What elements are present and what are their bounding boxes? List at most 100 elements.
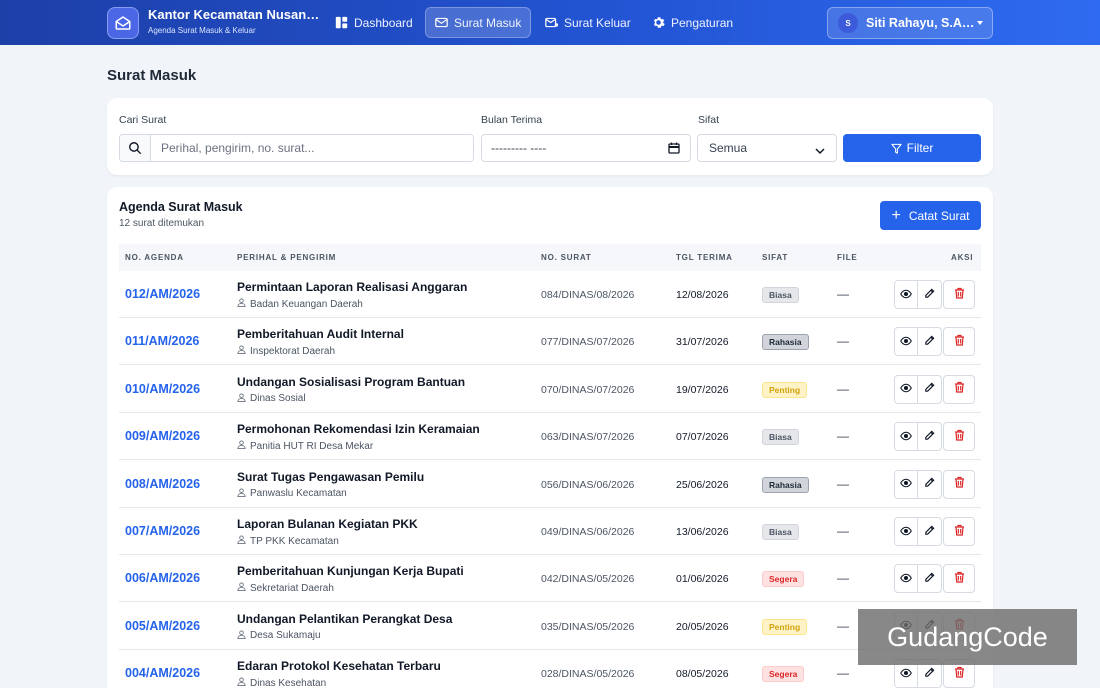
edit-button[interactable] bbox=[918, 564, 942, 594]
agenda-number-link[interactable]: 005/AM/2026 bbox=[125, 619, 200, 633]
view-button[interactable] bbox=[894, 327, 918, 357]
file-cell: — bbox=[837, 476, 849, 491]
view-button[interactable] bbox=[894, 374, 918, 404]
table-count: 12 surat ditemukan bbox=[119, 218, 205, 229]
pencil-icon bbox=[924, 523, 935, 541]
no-surat: 070/DINAS/07/2026 bbox=[541, 383, 635, 396]
user-icon bbox=[237, 582, 246, 594]
edit-button[interactable] bbox=[918, 327, 942, 357]
table-row: 011/AM/2026 Pemberitahuan Audit Internal I… bbox=[119, 318, 981, 366]
add-letter-button[interactable]: + Catat Surat bbox=[880, 201, 981, 230]
tgl-terima: 25/06/2026 bbox=[676, 478, 729, 491]
sifat-select[interactable]: Semua bbox=[697, 134, 837, 162]
pencil-icon bbox=[924, 475, 935, 493]
plus-icon: + bbox=[891, 206, 901, 224]
chevron-down-icon bbox=[815, 144, 825, 158]
nav-dashboard[interactable]: Dashboard bbox=[326, 7, 422, 38]
no-surat: 063/DINAS/07/2026 bbox=[541, 431, 635, 444]
delete-button[interactable] bbox=[943, 564, 975, 594]
no-surat: 042/DINAS/05/2026 bbox=[541, 573, 635, 586]
pencil-icon bbox=[924, 333, 935, 351]
status-badge: Biasa bbox=[762, 524, 799, 540]
view-button[interactable] bbox=[894, 517, 918, 546]
view-button[interactable] bbox=[894, 422, 918, 452]
view-button[interactable] bbox=[894, 469, 918, 499]
search-input[interactable]: Perihal, pengirim, no. surat... bbox=[119, 134, 474, 162]
view-button[interactable] bbox=[894, 564, 918, 594]
agenda-number-link[interactable]: 012/AM/2026 bbox=[125, 287, 200, 301]
file-cell: — bbox=[837, 334, 849, 349]
pencil-icon bbox=[924, 665, 935, 683]
no-surat: 035/DINAS/05/2026 bbox=[541, 620, 635, 633]
user-menu[interactable]: S Siti Rahayu, S.A… bbox=[827, 7, 993, 39]
col-header-no-agenda: NO. AGENDA bbox=[125, 253, 184, 262]
user-icon bbox=[237, 535, 246, 547]
edit-button[interactable] bbox=[918, 517, 942, 546]
pengirim-text: Badan Keuangan Daerah bbox=[250, 298, 363, 310]
perihal: Undangan Sosialisasi Program Bantuan bbox=[237, 374, 466, 389]
no-surat: 049/DINAS/06/2026 bbox=[541, 526, 635, 538]
agenda-number-link[interactable]: 010/AM/2026 bbox=[125, 382, 200, 396]
nav-surat-keluar[interactable]: Surat Keluar bbox=[536, 7, 640, 38]
edit-button[interactable] bbox=[918, 374, 942, 404]
table-row: 004/AM/2026 Edaran Protokol Kesehatan Ter… bbox=[119, 650, 981, 688]
trash-icon bbox=[954, 570, 965, 588]
nav-pengaturan-label: Pengaturan bbox=[671, 15, 734, 30]
delete-button[interactable] bbox=[943, 280, 975, 309]
trash-icon bbox=[954, 665, 965, 683]
perihal: Permohonan Rekomendasi Izin Keramaian bbox=[237, 422, 480, 437]
delete-button[interactable] bbox=[943, 469, 975, 499]
trash-icon bbox=[954, 333, 965, 351]
col-header-aksi: AKSI bbox=[951, 253, 974, 262]
inbox-mail-icon bbox=[435, 17, 448, 28]
sifat-label: Sifat bbox=[698, 114, 720, 126]
agenda-number-link[interactable]: 008/AM/2026 bbox=[125, 477, 200, 491]
perihal: Surat Tugas Pengawasan Pemilu bbox=[237, 469, 425, 484]
perihal: Pemberitahuan Audit Internal bbox=[237, 327, 404, 342]
tgl-terima: 13/06/2026 bbox=[676, 526, 729, 538]
status-badge: Rahasia bbox=[762, 334, 809, 351]
eye-icon bbox=[900, 333, 912, 351]
nav-pengaturan[interactable]: Pengaturan bbox=[643, 7, 742, 38]
calendar-icon[interactable] bbox=[668, 142, 680, 157]
watermark: GudangCode bbox=[858, 609, 1077, 665]
table-row: 006/AM/2026 Pemberitahuan Kunjungan Kerja… bbox=[119, 555, 981, 603]
agenda-number-link[interactable]: 006/AM/2026 bbox=[125, 571, 200, 585]
file-cell: — bbox=[837, 524, 849, 538]
pengirim: Panwaslu Kecamatan bbox=[237, 488, 347, 500]
agenda-number-link[interactable]: 009/AM/2026 bbox=[125, 429, 200, 443]
delete-button[interactable] bbox=[943, 327, 975, 357]
col-header-sifat: SIFAT bbox=[762, 253, 789, 262]
nav-surat-masuk[interactable]: Surat Masuk bbox=[425, 7, 532, 38]
filter-icon bbox=[891, 143, 902, 154]
agenda-number-link[interactable]: 007/AM/2026 bbox=[125, 524, 200, 538]
filter-button[interactable]: Filter bbox=[843, 134, 981, 162]
table-row: 005/AM/2026 Undangan Pelantikan Perangkat… bbox=[119, 603, 981, 650]
row-actions bbox=[894, 564, 975, 594]
app-title: Kantor Kecamatan Nusan… bbox=[148, 7, 320, 22]
row-actions bbox=[894, 374, 975, 404]
gear-icon bbox=[653, 17, 665, 28]
tgl-terima: 01/06/2026 bbox=[676, 573, 729, 586]
agenda-number-link[interactable]: 011/AM/2026 bbox=[125, 334, 199, 348]
status-badge: Penting bbox=[762, 381, 808, 398]
pengirim-text: Dinas Sosial bbox=[250, 393, 306, 405]
edit-button[interactable] bbox=[918, 280, 942, 309]
outbox-mail-icon bbox=[545, 17, 558, 28]
pengirim: Dinas Sosial bbox=[237, 393, 306, 405]
user-icon bbox=[237, 393, 246, 405]
edit-button[interactable] bbox=[918, 469, 942, 499]
user-icon bbox=[237, 630, 246, 642]
pengirim: Inspektorat Daerah bbox=[237, 345, 335, 357]
delete-button[interactable] bbox=[943, 374, 975, 404]
edit-button[interactable] bbox=[918, 422, 942, 452]
month-label: Bulan Terima bbox=[481, 114, 543, 126]
agenda-number-link[interactable]: 004/AM/2026 bbox=[125, 666, 200, 680]
delete-button[interactable] bbox=[943, 422, 975, 452]
view-button[interactable] bbox=[894, 280, 918, 309]
pengirim: Panitia HUT RI Desa Mekar bbox=[237, 440, 373, 452]
month-input[interactable]: --------- ---- bbox=[481, 134, 691, 162]
user-icon bbox=[237, 298, 246, 310]
delete-button[interactable] bbox=[943, 517, 975, 546]
trash-icon bbox=[954, 380, 965, 398]
